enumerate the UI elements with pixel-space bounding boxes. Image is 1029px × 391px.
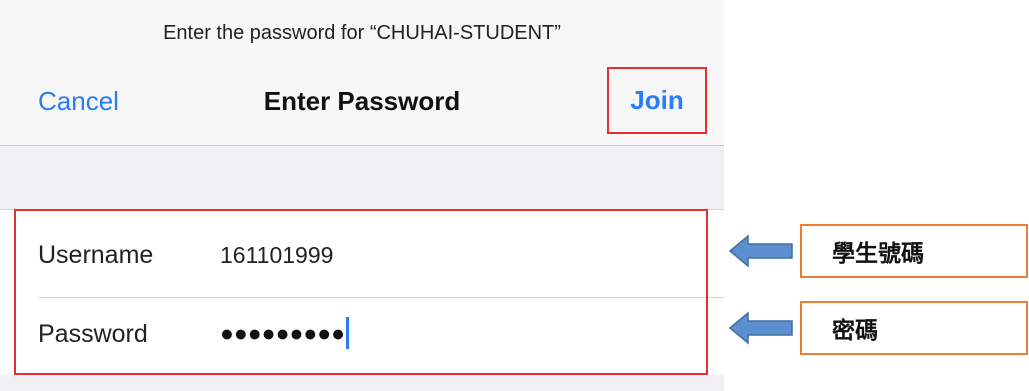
- password-dots: ●●●●●●●●●: [220, 319, 346, 346]
- join-button[interactable]: Join: [607, 67, 707, 134]
- cancel-button[interactable]: Cancel: [38, 86, 119, 117]
- password-label: Password: [38, 320, 148, 348]
- password-row[interactable]: Password ●●●●●●●●●: [0, 299, 724, 373]
- left-arrow-icon: [728, 234, 793, 268]
- row-divider: [38, 297, 724, 298]
- username-row[interactable]: Username 161101999: [0, 220, 724, 294]
- text-cursor: [346, 317, 350, 349]
- credentials-form: Username 161101999 Password ●●●●●●●●●: [0, 209, 724, 374]
- section-spacer: [0, 146, 724, 209]
- password-field[interactable]: ●●●●●●●●●: [220, 317, 350, 349]
- username-label: Username: [38, 241, 154, 269]
- bottom-spacer: [0, 375, 724, 391]
- network-prompt: Enter the password for “CHUHAI-STUDENT”: [163, 22, 561, 44]
- nav-bar: Cancel Enter Password Join: [0, 67, 724, 142]
- username-note: 學生號碼: [800, 224, 1028, 278]
- username-field[interactable]: 161101999: [220, 242, 333, 269]
- left-arrow-icon: [728, 311, 793, 345]
- password-note: 密碼: [800, 301, 1028, 355]
- wifi-password-sheet: Enter the password for “CHUHAI-STUDENT” …: [0, 0, 724, 391]
